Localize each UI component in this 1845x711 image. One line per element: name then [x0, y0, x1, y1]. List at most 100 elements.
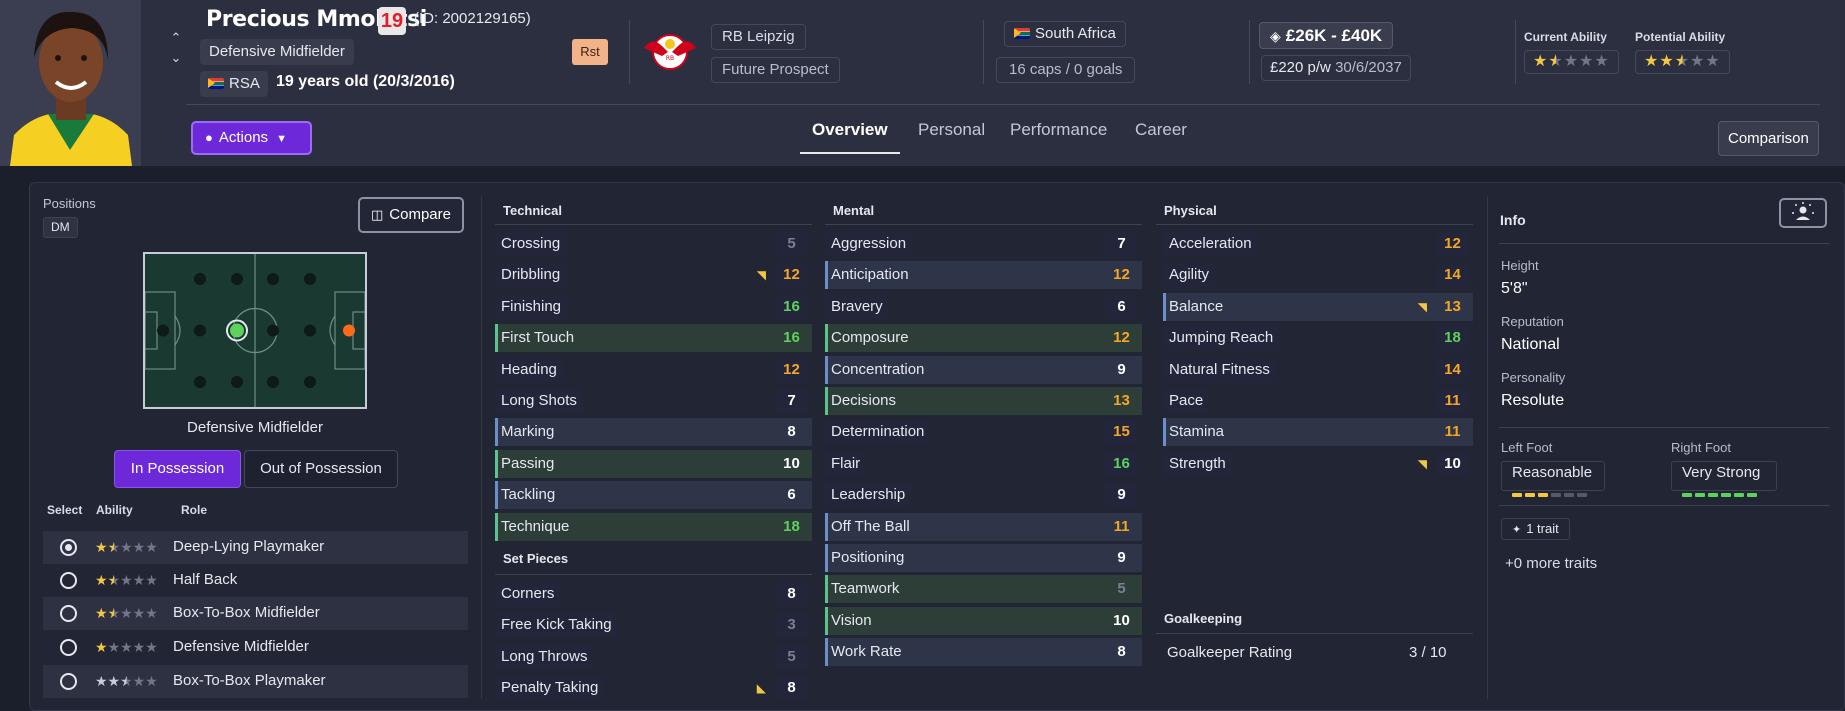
- attribute-row[interactable]: Heading 12: [495, 356, 812, 384]
- attribute-row[interactable]: Bravery 6: [825, 293, 1142, 321]
- attribute-row[interactable]: Marking 8: [495, 418, 812, 447]
- role-name[interactable]: Deep-Lying Playmaker: [173, 538, 324, 555]
- attribute-row[interactable]: Vision 10: [825, 606, 1142, 635]
- role-name[interactable]: Defensive Midfielder: [173, 638, 309, 655]
- tab-career[interactable]: Career: [1123, 118, 1199, 154]
- attribute-row[interactable]: Strength ◥ 10: [1163, 450, 1473, 478]
- role-radio[interactable]: [60, 572, 77, 589]
- in-possession-button[interactable]: In Possession: [114, 450, 241, 488]
- tab-personal[interactable]: Personal: [906, 118, 997, 154]
- role-radio[interactable]: [60, 639, 77, 656]
- compare-button[interactable]: ◫ Compare: [358, 197, 464, 233]
- attribute-row[interactable]: Crossing 5: [495, 230, 812, 258]
- attribute-row[interactable]: Long Shots 7: [495, 387, 812, 415]
- actions-label: Actions: [218, 129, 269, 146]
- section-line: [1499, 243, 1830, 244]
- attribute-row[interactable]: Work Rate 8: [825, 638, 1142, 667]
- personality-value: Resolute: [1501, 392, 1565, 409]
- attribute-name: Free Kick Taking: [495, 613, 618, 638]
- attribute-row[interactable]: Passing 10: [495, 449, 812, 478]
- comparison-button[interactable]: Comparison: [1718, 121, 1819, 156]
- chevron-down-icon[interactable]: ⌄: [168, 50, 184, 70]
- attribute-row[interactable]: Pace 11: [1163, 387, 1473, 415]
- attribute-name: Jumping Reach: [1163, 326, 1280, 351]
- role-row[interactable]: ★★★★★ Box-To-Box Playmaker: [43, 665, 468, 698]
- role-name[interactable]: Box-To-Box Playmaker: [173, 672, 326, 689]
- attribute-name: Stamina: [1169, 423, 1225, 441]
- more-traits-link[interactable]: +0 more traits: [1505, 555, 1597, 572]
- potential-ability-label: Potential Ability: [1635, 30, 1726, 44]
- section-line: [1499, 427, 1830, 428]
- attribute-row[interactable]: Concentration 9: [825, 355, 1142, 384]
- attribute-name: Finishing: [495, 294, 568, 319]
- tab-overview[interactable]: Overview: [800, 118, 900, 154]
- club-logo-icon: RB: [642, 30, 698, 70]
- actions-button[interactable]: ● Actions ▼: [191, 121, 312, 155]
- player-id: (ID: 2002129165): [414, 10, 531, 27]
- attribute-name: Determination: [825, 420, 931, 445]
- attribute-row[interactable]: Stamina 11: [1163, 418, 1473, 447]
- height-value: 5'8": [1501, 280, 1528, 297]
- attribute-row[interactable]: Free Kick Taking 3: [495, 611, 812, 639]
- role-row[interactable]: ★★★★★ Half Back: [43, 564, 468, 597]
- role-radio[interactable]: [60, 605, 77, 622]
- divider: [983, 20, 984, 84]
- attribute-row[interactable]: Anticipation 12: [825, 261, 1142, 290]
- attribute-row[interactable]: Off The Ball 11: [825, 512, 1142, 541]
- attribute-name: Crossing: [495, 232, 567, 256]
- contract-end: 30/6/2037: [1335, 59, 1402, 76]
- section-line: [825, 224, 1142, 225]
- attribute-name: Pace: [1163, 389, 1210, 413]
- attribute-row[interactable]: Technique 18: [495, 512, 812, 541]
- attribute-row[interactable]: Determination 15: [825, 418, 1142, 446]
- attribute-row[interactable]: Aggression 7: [825, 230, 1142, 258]
- attribute-row[interactable]: Natural Fitness 14: [1163, 356, 1473, 384]
- attribute-name: Off The Ball: [831, 517, 910, 535]
- club-name[interactable]: RB Leipzig: [711, 24, 806, 50]
- attribute-row[interactable]: Balance ◥ 13: [1163, 292, 1473, 321]
- attribute-row[interactable]: Flair 16: [825, 450, 1142, 478]
- role-row[interactable]: ★★★★★ Box-To-Box Midfielder: [43, 597, 468, 630]
- attribute-name: Concentration: [831, 360, 925, 378]
- trend-arrow-icon: ◣: [756, 681, 766, 696]
- current-ability-stars: ★★★★★: [1524, 50, 1619, 74]
- role-radio[interactable]: [60, 539, 77, 556]
- column-divider: [481, 196, 482, 699]
- role-row[interactable]: ★★★★★ Deep-Lying Playmaker: [43, 531, 468, 564]
- trait-chip[interactable]: ✦ 1 trait: [1501, 518, 1570, 540]
- attribute-row[interactable]: Decisions 13: [825, 387, 1142, 415]
- attribute-row[interactable]: First Touch 16: [495, 324, 812, 353]
- role-row[interactable]: ★★★★★ Defensive Midfielder: [43, 631, 468, 664]
- attribute-row[interactable]: Teamwork 5: [825, 575, 1142, 604]
- attribute-row[interactable]: Dribbling ◥ 12: [495, 261, 812, 289]
- out-of-possession-button[interactable]: Out of Possession: [244, 450, 398, 488]
- attribute-row[interactable]: Tackling 6: [495, 481, 812, 510]
- role-radio[interactable]: [60, 673, 77, 690]
- attribute-row[interactable]: Finishing 16: [495, 293, 812, 321]
- attribute-value: 10: [783, 454, 800, 472]
- personality-settings-button[interactable]: [1779, 198, 1827, 228]
- attribute-row[interactable]: Positioning 9: [825, 544, 1142, 572]
- tab-performance[interactable]: Performance: [998, 118, 1119, 154]
- attribute-row[interactable]: Jumping Reach 18: [1163, 324, 1473, 352]
- attribute-row[interactable]: Composure 12: [825, 324, 1142, 353]
- attribute-row[interactable]: Agility 14: [1163, 261, 1473, 289]
- column-ability: Ability: [96, 503, 133, 517]
- attribute-row[interactable]: Leadership 9: [825, 481, 1142, 509]
- transfer-value-text: £26K - £40K: [1285, 26, 1383, 45]
- attribute-name: Technique: [501, 517, 570, 535]
- attribute-row[interactable]: Corners 8: [495, 580, 812, 608]
- chevron-up-icon[interactable]: ⌃: [168, 30, 184, 50]
- attribute-row[interactable]: Penalty Taking ◣ 8: [495, 674, 812, 702]
- potential-ability-stars: ★★★★★: [1635, 50, 1730, 74]
- attribute-row[interactable]: Long Throws 5: [495, 643, 812, 671]
- nation-name[interactable]: South Africa: [1004, 21, 1126, 47]
- attribute-row[interactable]: Acceleration 12: [1163, 230, 1473, 258]
- attribute-name: Tackling: [501, 486, 556, 504]
- role-name[interactable]: Half Back: [173, 571, 237, 588]
- attribute-value: 16: [775, 294, 808, 319]
- role-name[interactable]: Box-To-Box Midfielder: [173, 604, 320, 621]
- nationality-code: RSA: [229, 75, 260, 92]
- attribute-name: Marking: [501, 423, 555, 441]
- attribute-value: 18: [1436, 326, 1469, 351]
